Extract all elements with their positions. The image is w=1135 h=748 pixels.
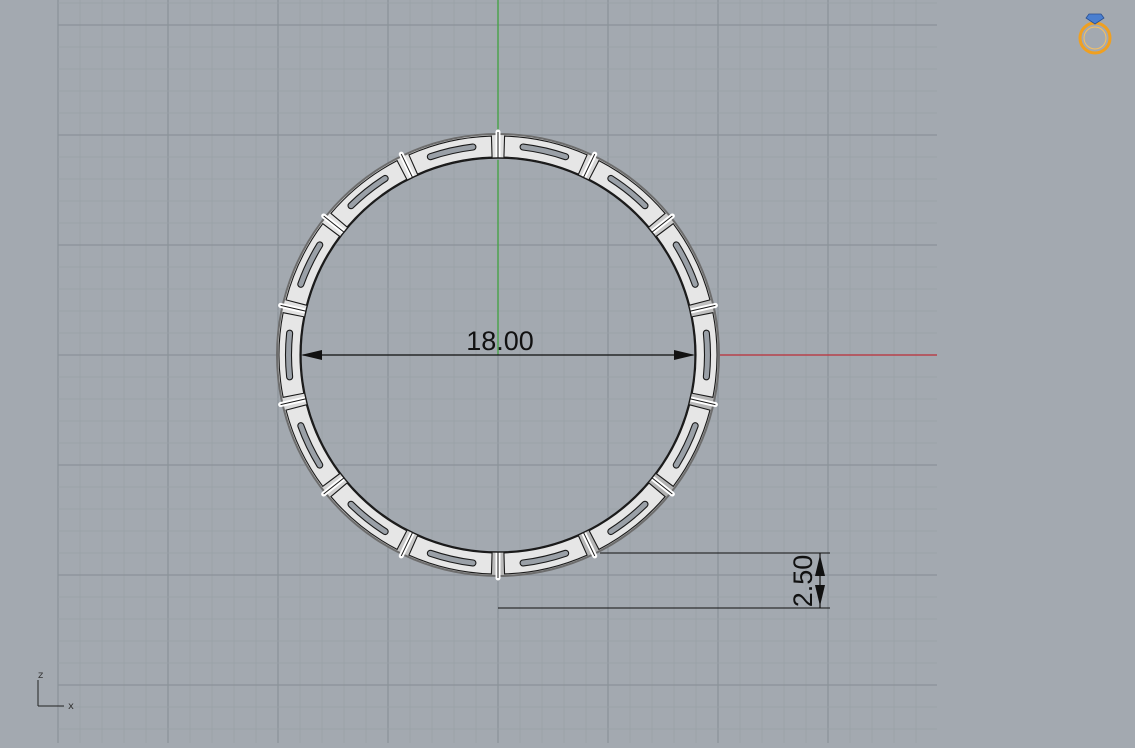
axis-icon-z-label: z	[38, 670, 43, 681]
diameter-dimension-text: 18.00	[466, 326, 534, 356]
height-dimension-text: 2.50	[788, 555, 818, 608]
ring-segment-slot	[284, 329, 294, 381]
front-viewport[interactable]: 18.00 2.50 z x	[0, 0, 1135, 743]
viewport-canvas[interactable]: 18.00 2.50 z x	[0, 0, 1135, 743]
ring-segment-slot	[702, 329, 712, 381]
axis-icon-x-label: x	[68, 701, 74, 712]
